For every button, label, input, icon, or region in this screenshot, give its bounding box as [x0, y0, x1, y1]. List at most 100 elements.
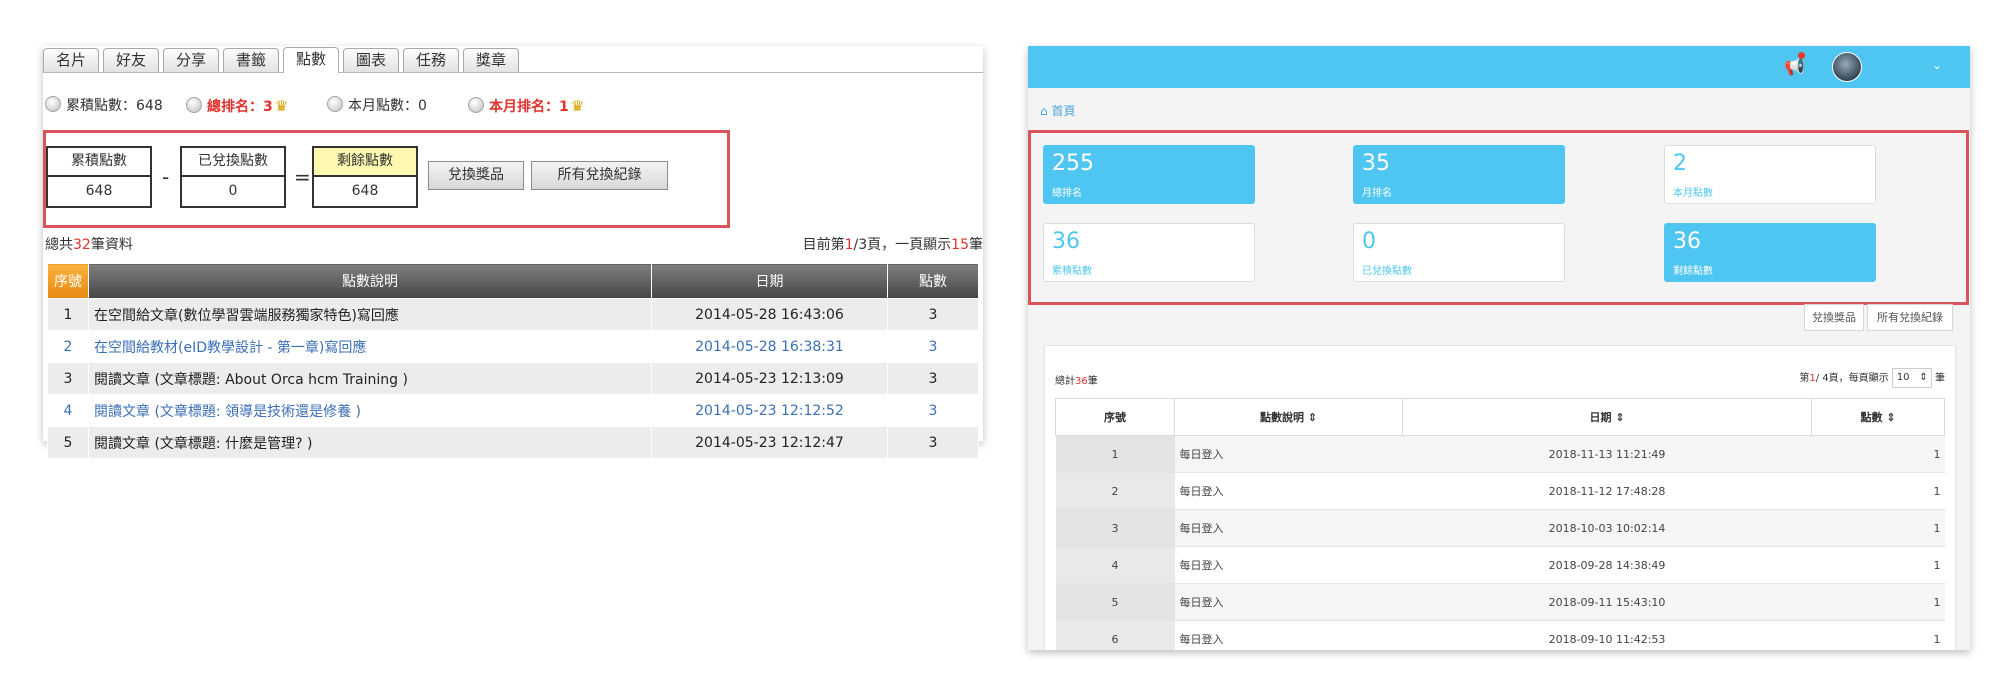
header-points[interactable]: 點數	[887, 263, 979, 299]
header-points[interactable]: 點數 ⇕	[1811, 398, 1945, 436]
row-seq: 2	[47, 330, 89, 363]
card-accumulated: 36 累積點數	[1043, 223, 1255, 282]
card-label: 累積點數	[1052, 266, 1092, 277]
row-seq: 1	[47, 298, 89, 331]
equals-sign: =	[294, 165, 311, 189]
table-header-row: 序號 點數說明 日期 點數	[47, 263, 979, 299]
stat-monthly-rank-label: 本月排名：1	[489, 99, 569, 115]
card-label: 月排名	[1362, 188, 1392, 199]
redeem-history-button[interactable]: 所有兌換紀錄	[1867, 304, 1953, 331]
row-seq: 4	[47, 394, 89, 427]
row-desc: 閱讀文章 (文章標題: 領導是技術還是修養 )	[88, 394, 652, 427]
row-date: 2018-09-10 11:42:53	[1402, 620, 1812, 650]
tab-charts[interactable]: 圖表	[343, 48, 399, 72]
redeem-prize-button[interactable]: 兌換獎品	[1804, 304, 1864, 331]
tab-tasks[interactable]: 任務	[403, 48, 459, 72]
table-row: 5 每日登入 2018-09-11 15:43:10 1	[1055, 583, 1945, 621]
table-row: 1 在空間給文章(數位學習雲端服務獨家特色)寫回應 2014-05-28 16:…	[47, 298, 979, 331]
tab-points[interactable]: 點數	[283, 47, 339, 73]
bullet-icon	[327, 96, 343, 112]
header-seq[interactable]: 序號	[1055, 398, 1175, 436]
remaining-label: 剩餘點數	[314, 148, 416, 177]
card-value: 35	[1362, 151, 1390, 176]
notification-dot	[1798, 52, 1805, 59]
remaining-cell: 剩餘點數 648	[312, 146, 418, 208]
top-navbar: 📢 ⌄	[1028, 46, 1970, 88]
row-points: 1	[1811, 472, 1945, 510]
row-date: 2018-11-12 17:48:28	[1402, 472, 1812, 510]
row-desc: 每日登入	[1174, 435, 1403, 473]
megaphone-icon[interactable]: 📢	[1784, 57, 1805, 77]
select-arrows-icon: ⇕	[1919, 372, 1928, 383]
page-info: 目前第1/3頁，一頁顯示15筆	[803, 234, 983, 254]
stat-monthly-points: 本月點數：0	[327, 94, 427, 118]
tab-bookmarks[interactable]: 書籤	[223, 48, 279, 72]
breadcrumb-home[interactable]: 首頁	[1051, 104, 1075, 118]
row-points: 3	[887, 298, 979, 331]
stat-monthly-rank: 本月排名：1 ♛	[468, 94, 584, 119]
header-desc[interactable]: 點數說明	[88, 263, 652, 299]
header-date[interactable]: 日期 ⇕	[1402, 398, 1812, 436]
page-size-select[interactable]: 10 ⇕	[1891, 368, 1932, 388]
points-summary-cards: 255 總排名 35 月排名 2 本月點數 36 累積點數 0 已兌換點數 36…	[1028, 130, 1969, 305]
stat-monthly-points-label: 本月點數：0	[348, 98, 427, 114]
row-points: 1	[1811, 546, 1945, 584]
total-prefix: 總計	[1055, 376, 1075, 387]
bullet-icon	[468, 97, 484, 113]
page-size-value: 10	[1896, 372, 1910, 383]
crown-icon: ♛	[274, 97, 289, 115]
avatar[interactable]	[1832, 52, 1862, 82]
row-seq: 3	[1055, 509, 1175, 547]
chevron-down-icon[interactable]: ⌄	[1932, 58, 1942, 72]
total-count: 36	[1075, 376, 1088, 387]
row-seq: 1	[1055, 435, 1175, 473]
points-formula: 累積點數 648 - 已兌換點數 0 = 剩餘點數 648 兌換獎品 所有兌換紀…	[43, 130, 730, 228]
total-suffix: 筆資料	[90, 237, 133, 253]
row-seq: 3	[47, 362, 89, 395]
crown-icon: ♛	[570, 97, 585, 115]
row-desc: 在空間給教材(eID教學設計 - 第一章)寫回應	[88, 330, 652, 363]
redeem-history-button[interactable]: 所有兌換紀錄	[531, 161, 668, 190]
row-date: 2014-05-28 16:43:06	[651, 298, 888, 331]
tab-friends[interactable]: 好友	[103, 48, 159, 72]
table-header-row: 序號 點數說明 ⇕ 日期 ⇕ 點數 ⇕	[1055, 398, 1945, 436]
row-points: 3	[887, 426, 979, 459]
header-seq[interactable]: 序號	[47, 263, 89, 299]
row-desc: 閱讀文章 (文章標題: About Orca hcm Training )	[88, 362, 652, 395]
tab-card[interactable]: 名片	[43, 48, 99, 72]
tab-medals[interactable]: 獎章	[463, 48, 519, 72]
stat-accumulated: 累積點數：648	[45, 94, 163, 118]
header-desc[interactable]: 點數說明 ⇕	[1174, 398, 1403, 436]
card-remaining: 36 剩餘點數	[1664, 223, 1876, 282]
page-middle: / 4頁，每頁顯示	[1815, 373, 1889, 384]
row-points: 3	[887, 330, 979, 363]
table-row: 5 閱讀文章 (文章標題: 什麼是管理? ) 2014-05-23 12:12:…	[47, 426, 979, 459]
card-total-rank: 255 總排名	[1043, 145, 1255, 204]
card-monthly-points: 2 本月點數	[1664, 145, 1876, 204]
row-desc: 每日登入	[1174, 546, 1403, 584]
row-date: 2014-05-23 12:12:52	[651, 394, 888, 427]
table-row: 4 每日登入 2018-09-28 14:38:49 1	[1055, 546, 1945, 584]
new-points-panel: 📢 ⌄ ⌂ 首頁 255 總排名 35 月排名 2 本月點數 36 累積點數 0…	[1028, 46, 1970, 650]
record-total: 總共32筆資料	[45, 234, 133, 254]
page-prefix: 第	[1799, 373, 1810, 384]
tab-share[interactable]: 分享	[163, 48, 219, 72]
header-date[interactable]: 日期	[651, 263, 888, 299]
page-per-page: 15	[951, 237, 969, 253]
total-suffix: 筆	[1087, 376, 1098, 387]
row-points: 3	[887, 394, 979, 427]
row-seq: 5	[47, 426, 89, 459]
row-points: 1	[1811, 620, 1945, 650]
row-seq: 6	[1055, 620, 1175, 650]
old-points-table: 序號 點數說明 日期 點數 1 在空間給文章(數位學習雲端服務獨家特色)寫回應 …	[47, 263, 979, 459]
breadcrumb[interactable]: ⌂ 首頁	[1040, 102, 1075, 119]
minus-sign: -	[162, 165, 170, 189]
card-value: 36	[1673, 229, 1701, 254]
old-points-panel: 名片 好友 分享 書籤 點數 圖表 任務 獎章 累積點數：648 總排名：3 ♛ …	[43, 46, 983, 459]
card-label: 已兌換點數	[1362, 266, 1412, 277]
stat-total-rank: 總排名：3 ♛	[186, 94, 288, 119]
redeem-prize-button[interactable]: 兌換獎品	[428, 161, 524, 190]
row-desc: 每日登入	[1174, 620, 1403, 650]
redeemed-value: 0	[228, 183, 238, 199]
redeemed-cell: 已兌換點數 0	[180, 146, 286, 208]
